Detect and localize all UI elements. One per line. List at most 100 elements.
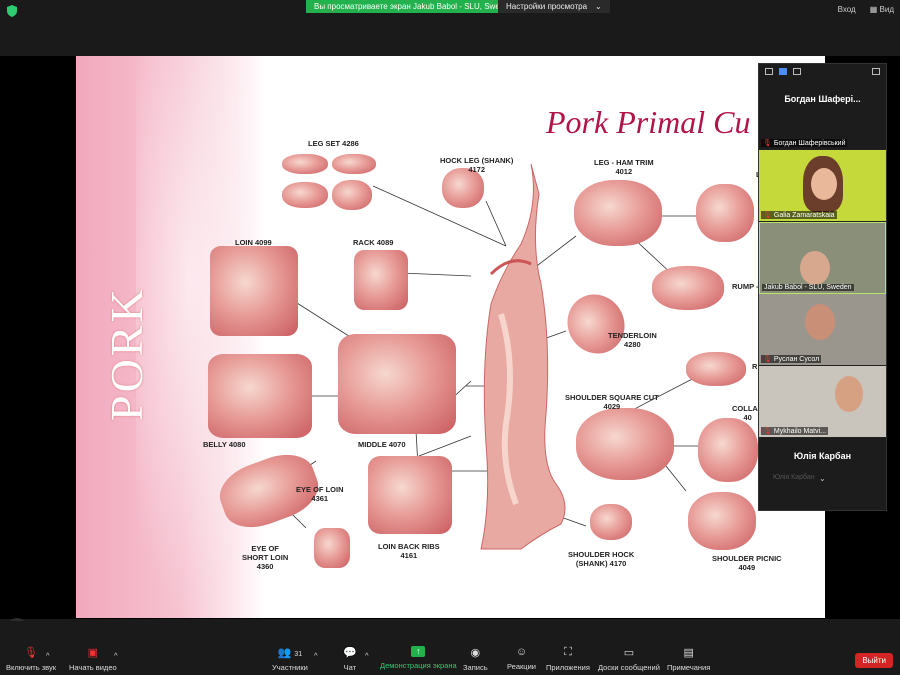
participant-caption: Jakub Babol - SLU, Sweden [762, 284, 854, 291]
participant-tile[interactable]: 🎙 Богдан Шаферівський [759, 120, 886, 150]
panel-view-controls [759, 64, 886, 78]
record-icon: ◉ [470, 647, 481, 659]
unmute-label: Включить звук [6, 663, 57, 672]
label-eye-of-short-loin: EYE OF SHORT LOIN 4360 [242, 544, 289, 571]
active-speaker-name: Богдан Шафері... [784, 94, 861, 104]
participants-button[interactable]: 👥 31 Участники [272, 646, 308, 672]
loin-back-ribs-cut-image [368, 456, 452, 534]
share-screen-icon: ↑ [411, 646, 426, 657]
gallery-view-icon[interactable] [793, 67, 801, 75]
chevron-down-icon: ⌄ [595, 2, 602, 11]
leg-cut-image [696, 184, 754, 242]
chevron-up-icon: ^ [114, 651, 118, 660]
participants-video-panel: Богдан Шафері... 🎙 Богдан Шаферівський 🎙 G… [758, 63, 887, 511]
video-options-chevron[interactable]: ^ [114, 651, 118, 660]
speaker-view-icon[interactable] [765, 67, 773, 75]
notes-icon: ▤ [683, 647, 694, 659]
rib-cut-image [686, 352, 746, 386]
screen-share-banner: Вы просматриваете экран Jakub Babol - SL… [306, 0, 522, 13]
label-shoulder-square-cut: SHOULDER SQUARE CUT 4029 [565, 393, 659, 411]
view-button[interactable]: ▦ Вид [870, 5, 894, 14]
leg-set-cut-image [332, 180, 372, 210]
audio-options-chevron[interactable]: ^ [46, 651, 50, 660]
participants-count: 31 [294, 651, 303, 658]
belly-cut-image [208, 354, 312, 438]
participant-name-tile: Юлія Карбан [793, 451, 852, 461]
label-shoulder-picnic: SHOULDER PICNIC 4049 [712, 554, 782, 572]
partial-participant-name: Юлія Карбан [773, 474, 815, 481]
label-middle: MIDDLE 4070 [358, 440, 406, 449]
label-leg-set: LEG SET 4286 [308, 139, 359, 148]
apps-label: Приложения [546, 663, 590, 672]
participants-chevron[interactable]: ^ [314, 651, 318, 660]
label-hock-leg: HOCK LEG (SHANK) 4172 [440, 156, 514, 174]
shield-icon [7, 5, 17, 17]
apps-button[interactable]: ⛶ Приложения [546, 646, 590, 672]
pork-carcass-image [480, 164, 566, 550]
participant-caption: 🎙 Богдан Шаферівський [761, 139, 848, 147]
notes-button[interactable]: ▤ Примечания [667, 646, 710, 672]
participant-tile[interactable]: 🎙 Руслан Сусол [759, 294, 886, 366]
label-eye-of-loin: EYE OF LOIN 4361 [296, 485, 344, 503]
reactions-icon: ☺ [515, 646, 528, 658]
start-video-button[interactable]: ▣ Начать видео [69, 646, 117, 672]
view-options-button[interactable]: Настройки просмотра ⌄ [498, 0, 610, 13]
participant-tile[interactable]: Jakub Babol - SLU, Sweden [759, 222, 886, 294]
record-label: Запись [463, 663, 488, 672]
participant-name: Mykhailo Matvi... [773, 427, 827, 435]
chevron-down-icon[interactable]: ⌄ [819, 474, 826, 483]
sign-in-button[interactable]: Вход [838, 5, 856, 14]
shoulder-picnic-cut-image [688, 492, 756, 550]
strip-view-icon[interactable] [779, 67, 787, 75]
participant-face [811, 168, 837, 200]
collapse-panel-icon[interactable] [872, 67, 880, 75]
whiteboards-label: Доски сообщений [598, 663, 660, 672]
leg-set-cut-image [282, 154, 328, 174]
reactions-label: Реакции [507, 662, 536, 671]
loin-cut-image [210, 246, 298, 336]
chevron-up-icon: ^ [365, 651, 369, 660]
shared-slide: PORK Pork Primal Cu LEG SET 4286 HOCK LE… [76, 56, 825, 618]
chat-button[interactable]: 💬 Чат [343, 646, 357, 672]
reactions-button[interactable]: ☺ Реакции [507, 646, 536, 671]
leave-button[interactable]: Выйти [855, 653, 893, 668]
participant-tile[interactable]: 🎙 Galia Zamaratskaia [759, 150, 886, 222]
video-off-icon: ▣ [87, 647, 99, 659]
mic-muted-icon: 🎙 [763, 356, 772, 363]
chat-label: Чат [343, 663, 357, 672]
top-bar: Вы просматриваете экран Jakub Babol - SL… [0, 0, 900, 22]
record-button[interactable]: ◉ Запись [463, 646, 488, 672]
hock-leg-cut-image [442, 168, 484, 208]
mic-muted-icon: 🎙 [763, 212, 772, 219]
label-belly: BELLY 4080 [203, 440, 246, 449]
mic-muted-icon: 🎙 [763, 428, 772, 435]
mic-muted-icon: 🎙 [763, 140, 772, 147]
rump-cut-image [652, 266, 724, 310]
chat-chevron[interactable]: ^ [365, 651, 369, 660]
participants-icon: 👥 31 [277, 647, 303, 659]
notes-label: Примечания [667, 663, 711, 672]
participant-name: Богдан Шаферівський [773, 139, 846, 147]
whiteboards-button[interactable]: ▭ Доски сообщений [598, 646, 660, 672]
rack-cut-image [354, 250, 408, 310]
chevron-up-icon: ^ [314, 651, 318, 660]
view-options-label: Настройки просмотра [506, 2, 588, 11]
participant-tile[interactable]: 🎙 Mykhailo Matvi... [759, 366, 886, 438]
apps-icon: ⛶ [564, 646, 572, 658]
grid-icon: ▦ [869, 5, 880, 14]
chevron-up-icon: ^ [46, 651, 50, 660]
whiteboard-icon: ▭ [623, 647, 635, 659]
label-leg-ham-trim: LEG - HAM TRIM 4012 [594, 158, 654, 176]
start-video-label: Начать видео [69, 663, 117, 672]
bottom-toolbar: 🎙 Включить звук ^ ▣ Начать видео ^ 👥 31 … [0, 621, 900, 675]
participant-face [835, 376, 863, 412]
middle-cut-image [338, 334, 456, 434]
leg-ham-trim-cut-image [574, 180, 662, 246]
leg-set-cut-image [282, 182, 328, 208]
share-screen-button[interactable]: ↑ Демонстрация экрана [380, 646, 457, 670]
label-loin: LOIN 4099 [235, 238, 272, 247]
shoulder-square-cut-image [576, 408, 674, 480]
eye-of-short-loin-cut-image [314, 528, 350, 568]
label-shoulder-hock: SHOULDER HOCK (SHANK) 4170 [568, 550, 635, 568]
shoulder-hock-cut-image [590, 504, 632, 540]
